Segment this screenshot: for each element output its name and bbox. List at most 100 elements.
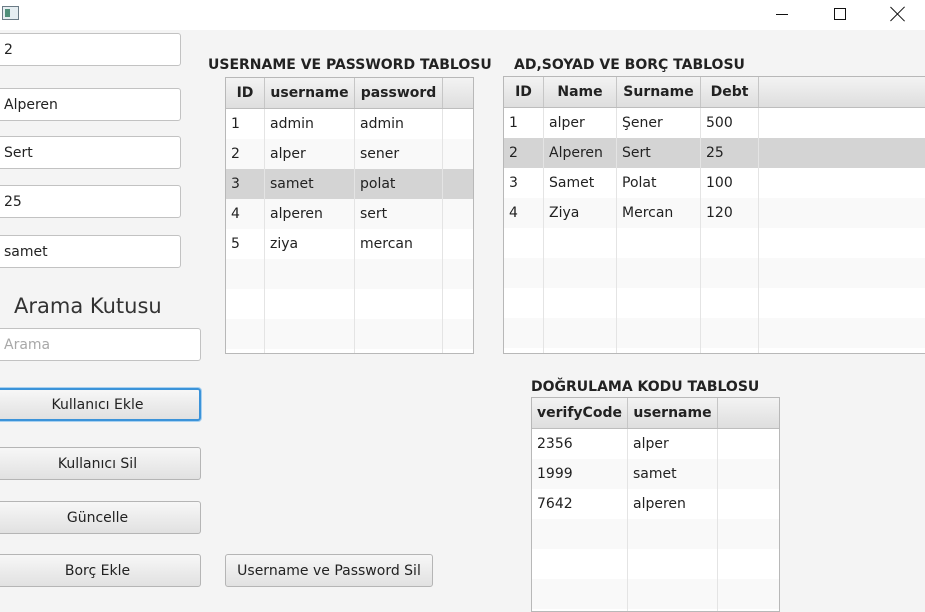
close-button[interactable] bbox=[875, 0, 921, 28]
table-cell-filler bbox=[718, 459, 779, 489]
table-cell-filler bbox=[443, 259, 473, 289]
maximize-button[interactable] bbox=[817, 0, 863, 28]
table-cell: 2356 bbox=[532, 429, 628, 459]
table-row[interactable]: 4 alperen sert bbox=[226, 199, 473, 229]
update-button[interactable]: Güncelle bbox=[0, 501, 201, 534]
column-header[interactable]: Surname bbox=[617, 77, 701, 107]
table-cell bbox=[617, 258, 701, 288]
table-cell bbox=[265, 319, 355, 349]
minimize-icon bbox=[776, 13, 788, 15]
table-cell: 2 bbox=[226, 139, 265, 169]
table-cell bbox=[265, 349, 355, 353]
column-header[interactable]: password bbox=[355, 78, 443, 108]
column-header[interactable]: Debt bbox=[701, 77, 759, 107]
empty-table-row[interactable] bbox=[504, 228, 925, 258]
table-cell: samet bbox=[265, 169, 355, 199]
search-input[interactable] bbox=[0, 328, 201, 361]
close-icon bbox=[890, 6, 906, 22]
empty-table-row[interactable] bbox=[504, 318, 925, 348]
table-cell bbox=[628, 549, 718, 579]
table-cell bbox=[226, 259, 265, 289]
table-header: ID username password bbox=[226, 78, 473, 109]
table-cell-filler bbox=[759, 288, 925, 318]
table-cell bbox=[355, 349, 443, 353]
column-header[interactable]: ID bbox=[504, 77, 544, 107]
minimize-button[interactable] bbox=[759, 0, 805, 28]
table-cell-filler bbox=[759, 318, 925, 348]
delete-credentials-button[interactable]: Username ve Password Sil bbox=[225, 554, 433, 587]
table-cell bbox=[226, 349, 265, 353]
empty-table-row[interactable] bbox=[532, 579, 779, 609]
person-table[interactable]: ID Name Surname Debt 1 alper Şener 500 2 Alperen S… bbox=[503, 76, 925, 354]
column-header-filler bbox=[718, 398, 779, 428]
empty-table-row[interactable] bbox=[504, 348, 925, 353]
table-cell: 4 bbox=[226, 199, 265, 229]
verify-table-title: DOĞRULAMA KODU TABLOSU bbox=[531, 379, 760, 395]
table-cell bbox=[504, 288, 544, 318]
username-field[interactable] bbox=[0, 235, 181, 268]
table-cell bbox=[355, 259, 443, 289]
empty-table-row[interactable] bbox=[532, 549, 779, 579]
credentials-table-title: USERNAME VE PASSWORD TABLOSU bbox=[208, 57, 492, 73]
surname-field[interactable] bbox=[0, 136, 181, 169]
empty-table-row[interactable] bbox=[504, 258, 925, 288]
column-header[interactable]: ID bbox=[226, 78, 265, 108]
table-cell bbox=[532, 519, 628, 549]
table-cell bbox=[701, 288, 759, 318]
table-cell: 7642 bbox=[532, 489, 628, 519]
table-cell bbox=[617, 348, 701, 353]
empty-table-row[interactable] bbox=[532, 519, 779, 549]
delete-user-button[interactable]: Kullanıcı Sil bbox=[0, 447, 201, 480]
empty-table-row[interactable] bbox=[226, 259, 473, 289]
table-row[interactable]: 4 Ziya Mercan 120 bbox=[504, 198, 925, 228]
table-row[interactable]: 2 Alperen Sert 25 bbox=[504, 138, 925, 168]
id-field[interactable] bbox=[0, 33, 181, 66]
table-cell bbox=[628, 519, 718, 549]
table-cell-filler bbox=[443, 289, 473, 319]
table-row[interactable]: 2 alper sener bbox=[226, 139, 473, 169]
table-cell bbox=[226, 289, 265, 319]
column-header[interactable]: username bbox=[628, 398, 718, 428]
table-cell: alper bbox=[265, 139, 355, 169]
table-row[interactable]: 2356 alper bbox=[532, 429, 779, 459]
column-header-filler bbox=[443, 78, 473, 108]
debt-field[interactable] bbox=[0, 185, 181, 218]
column-header[interactable]: Name bbox=[544, 77, 617, 107]
name-field[interactable] bbox=[0, 88, 181, 121]
table-cell-filler bbox=[443, 109, 473, 139]
table-cell-filler bbox=[443, 319, 473, 349]
table-cell: Sert bbox=[617, 138, 701, 168]
empty-table-row[interactable] bbox=[226, 319, 473, 349]
credentials-table[interactable]: ID username password 1 admin admin 2 alper sener… bbox=[225, 77, 474, 354]
table-row[interactable]: 7642 alperen bbox=[532, 489, 779, 519]
table-cell: mercan bbox=[355, 229, 443, 259]
column-header[interactable]: verifyCode bbox=[532, 398, 628, 428]
empty-table-row[interactable] bbox=[226, 289, 473, 319]
table-cell: Mercan bbox=[617, 198, 701, 228]
add-debt-button[interactable]: Borç Ekle bbox=[0, 554, 201, 587]
verify-table[interactable]: verifyCode username 2356 alper 1999 samet 7642… bbox=[531, 397, 780, 612]
column-header[interactable]: username bbox=[265, 78, 355, 108]
table-cell: admin bbox=[355, 109, 443, 139]
table-cell-filler bbox=[759, 168, 925, 198]
table-cell-filler bbox=[443, 199, 473, 229]
table-cell-filler bbox=[759, 108, 925, 138]
table-row[interactable]: 1 admin admin bbox=[226, 109, 473, 139]
empty-table-row[interactable] bbox=[226, 349, 473, 353]
empty-table-row[interactable] bbox=[504, 288, 925, 318]
table-row[interactable]: 3 samet polat bbox=[226, 169, 473, 199]
table-cell: polat bbox=[355, 169, 443, 199]
table-cell: admin bbox=[265, 109, 355, 139]
table-row[interactable]: 1 alper Şener 500 bbox=[504, 108, 925, 138]
table-header: ID Name Surname Debt bbox=[504, 77, 925, 108]
java-app-icon bbox=[2, 6, 19, 20]
table-cell bbox=[544, 288, 617, 318]
table-row[interactable]: 3 Samet Polat 100 bbox=[504, 168, 925, 198]
table-cell bbox=[544, 228, 617, 258]
table-row[interactable]: 1999 samet bbox=[532, 459, 779, 489]
add-user-button[interactable]: Kullanıcı Ekle bbox=[0, 388, 201, 421]
table-cell: 3 bbox=[226, 169, 265, 199]
table-cell bbox=[504, 258, 544, 288]
table-row[interactable]: 5 ziya mercan bbox=[226, 229, 473, 259]
table-cell: 100 bbox=[701, 168, 759, 198]
